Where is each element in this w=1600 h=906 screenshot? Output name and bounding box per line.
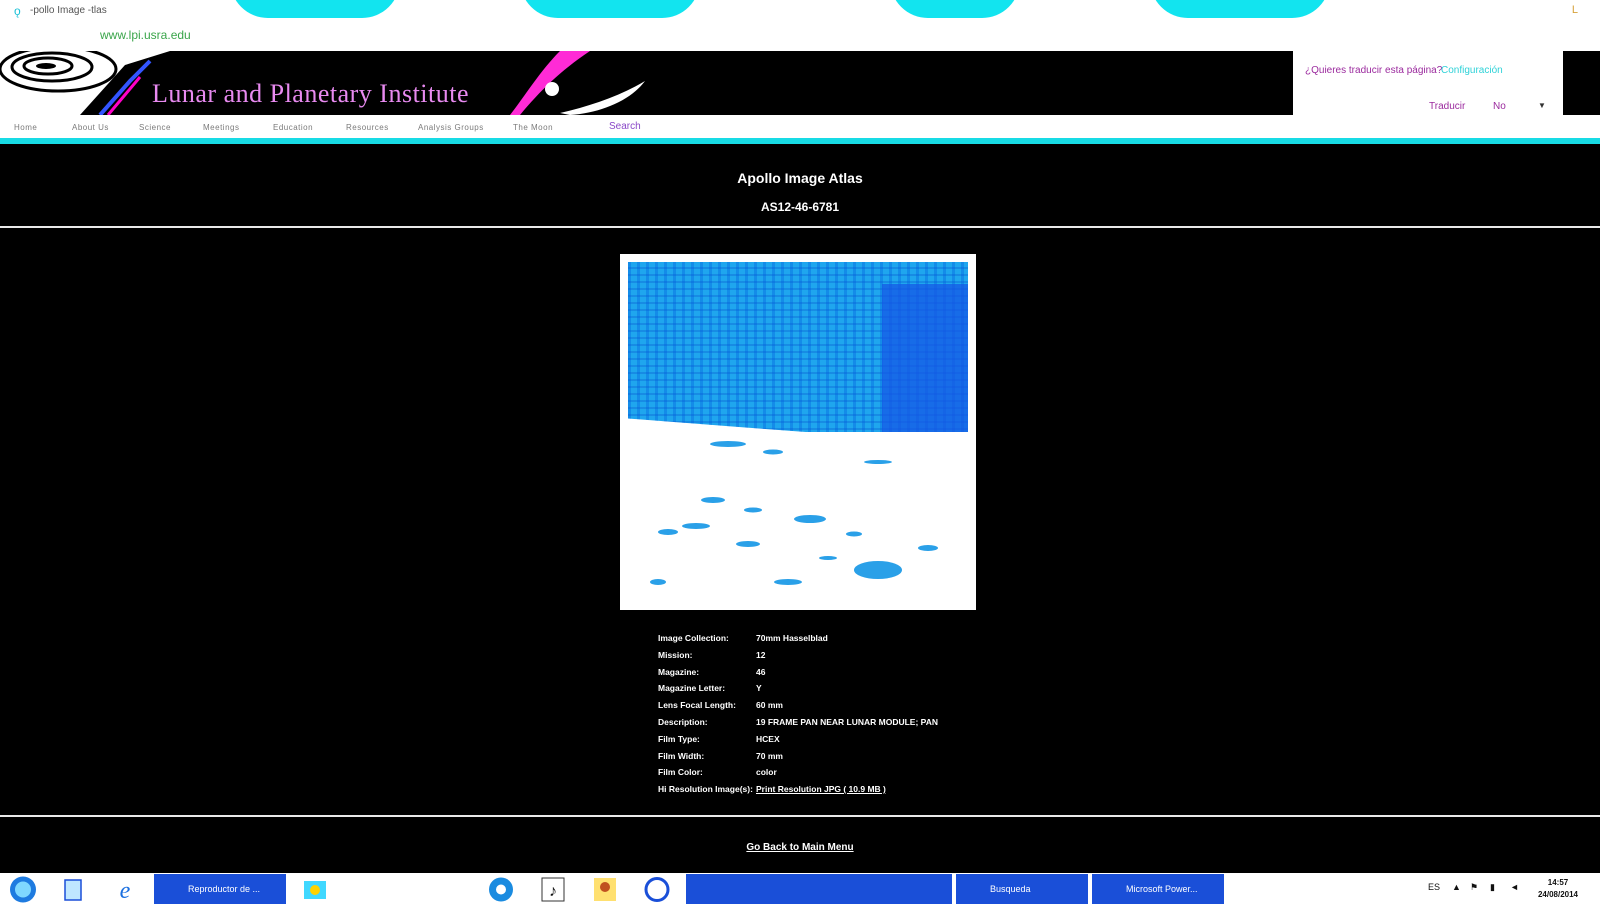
taskbar-task-label: Microsoft Power...: [1126, 884, 1198, 894]
lunar-photo[interactable]: [620, 254, 976, 610]
site-title[interactable]: Lunar and Planetary Institute: [152, 79, 469, 109]
browser-top-bar: ǫ -pollo Image -tlas www.lpi.usra.edu L: [0, 0, 1600, 51]
music-icon[interactable]: ♪: [538, 875, 568, 904]
metadata-label: Description:: [658, 716, 708, 727]
search-link[interactable]: Search: [609, 121, 641, 132]
divider: [0, 815, 1600, 817]
translate-configure-link[interactable]: Configuración: [1441, 65, 1503, 76]
metadata-row: Magazine Letter: Y: [658, 683, 998, 700]
galaxy-logo-icon: [0, 51, 170, 115]
metadata-row: Film Width: 70 mm: [658, 751, 998, 768]
metadata-value: 70 mm: [756, 750, 783, 761]
clock-time: 14:57: [1547, 878, 1569, 887]
photo-ground-region: [628, 432, 968, 602]
clock-date: 24/08/2014: [1537, 890, 1579, 899]
nav-item-meetings[interactable]: Meetings: [203, 123, 239, 132]
metadata-label: Magazine:: [658, 666, 700, 677]
page-title: Apollo Image Atlas: [737, 170, 863, 186]
metadata-label: Film Type:: [658, 733, 700, 744]
nav-item-home[interactable]: Home: [14, 123, 37, 132]
planet-decor-icon: [510, 51, 645, 115]
metadata-label: Film Color:: [658, 767, 703, 778]
hi-res-image-link[interactable]: Print Resolution JPG ( 10.9 MB ): [756, 784, 886, 794]
taskbar: e Reproductor de ... ♪ Busqueda Microsof…: [0, 873, 1600, 906]
image-metadata: Image Collection: 70mm Hasselblad Missio…: [658, 633, 998, 801]
metadata-row: Film Color: color: [658, 767, 998, 784]
divider: [0, 226, 1600, 228]
translate-button[interactable]: Traducir: [1429, 101, 1465, 112]
metadata-value: 70mm Hasselblad: [756, 633, 828, 643]
nav-divider: [0, 138, 1600, 144]
tab-background-shape: [1150, 0, 1330, 18]
metadata-row: Hi Resolution Image(s): Print Resolution…: [658, 784, 998, 801]
tab-background-shape: [230, 0, 400, 18]
tab-title[interactable]: -pollo Image -tlas: [30, 5, 107, 16]
nav-item-about-us[interactable]: About Us: [72, 123, 109, 132]
speaker-icon[interactable]: ◄: [1510, 882, 1519, 892]
translate-question: ¿Quieres traducir esta página?: [1305, 65, 1443, 76]
nav-item-education[interactable]: Education: [273, 123, 313, 132]
taskbar-task[interactable]: Busqueda: [956, 874, 1088, 904]
nav-item-resources[interactable]: Resources: [346, 123, 389, 132]
metadata-value: 12: [756, 649, 766, 660]
metadata-label: Magazine Letter:: [658, 683, 726, 694]
user-icon[interactable]: [590, 875, 620, 904]
image-id: AS12-46-6781: [760, 200, 840, 214]
translate-no-button[interactable]: No: [1493, 101, 1506, 112]
network-icon[interactable]: ▮: [1490, 882, 1495, 893]
metadata-label: Film Width:: [658, 750, 705, 761]
tab-background-shape: [520, 0, 700, 18]
taskbar-task[interactable]: Microsoft Power...: [1092, 874, 1224, 904]
language-indicator[interactable]: ES: [1428, 882, 1440, 892]
metadata-value: 19 FRAME PAN NEAR LUNAR MODULE; PAN: [756, 716, 938, 727]
metadata-label: Hi Resolution Image(s):: [658, 784, 753, 795]
nav-item-the-moon[interactable]: The Moon: [513, 123, 553, 132]
files-icon[interactable]: [58, 875, 88, 904]
metadata-value: color: [756, 767, 777, 778]
svg-text:e: e: [120, 878, 131, 904]
system-clock[interactable]: 14:57 24/08/2014: [1530, 877, 1586, 901]
metadata-value: 46: [756, 666, 766, 677]
paint-icon[interactable]: [300, 875, 330, 904]
metadata-row: Mission: 12: [658, 650, 998, 667]
chevron-down-icon[interactable]: ▼: [1538, 101, 1546, 110]
metadata-label: Mission:: [658, 649, 693, 660]
metadata-row: Image Collection: 70mm Hasselblad: [658, 633, 998, 650]
nav-item-science[interactable]: Science: [139, 123, 171, 132]
main-nav: Home About Us Science Meetings Education…: [0, 115, 1600, 138]
tab-favicon-icon: ǫ: [14, 4, 21, 18]
taskbar-task-label: Busqueda: [990, 884, 1031, 894]
metadata-label: Lens Focal Length:: [658, 700, 736, 711]
taskbar-task[interactable]: [342, 874, 474, 904]
menu-icon[interactable]: L: [1572, 4, 1578, 16]
metadata-row: Magazine: 46: [658, 667, 998, 684]
svg-text:♪: ♪: [549, 883, 557, 900]
start-orb-icon[interactable]: [6, 875, 40, 904]
metadata-value: Y: [756, 683, 762, 694]
metadata-row: Description: 19 FRAME PAN NEAR LUNAR MOD…: [658, 717, 998, 734]
taskbar-task[interactable]: Reproductor de ...: [154, 874, 286, 904]
show-hidden-icons-icon[interactable]: ▲: [1452, 882, 1461, 892]
ie-icon[interactable]: e: [110, 875, 140, 904]
nav-item-analysis-groups[interactable]: Analysis Groups: [418, 123, 484, 132]
metadata-label: Image Collection:: [658, 633, 729, 643]
metadata-row: Lens Focal Length: 60 mm: [658, 700, 998, 717]
tab-background-shape: [890, 0, 1020, 18]
metadata-value: HCEX: [756, 733, 780, 744]
metadata-row: Film Type: HCEX: [658, 734, 998, 751]
photo-shadow-region: [882, 284, 968, 440]
address-bar-url[interactable]: www.lpi.usra.edu: [100, 28, 191, 42]
java-icon[interactable]: [642, 875, 672, 904]
flag-icon[interactable]: ⚑: [1470, 882, 1478, 893]
back-to-main-menu-link[interactable]: Go Back to Main Menu: [0, 842, 1600, 853]
taskbar-task-label: Reproductor de ...: [188, 884, 261, 894]
translate-widget: ¿Quieres traducir esta página? Configura…: [1293, 51, 1563, 117]
taskbar-task[interactable]: [686, 874, 952, 904]
chrome-icon[interactable]: [486, 875, 516, 904]
metadata-value: 60 mm: [756, 700, 783, 711]
